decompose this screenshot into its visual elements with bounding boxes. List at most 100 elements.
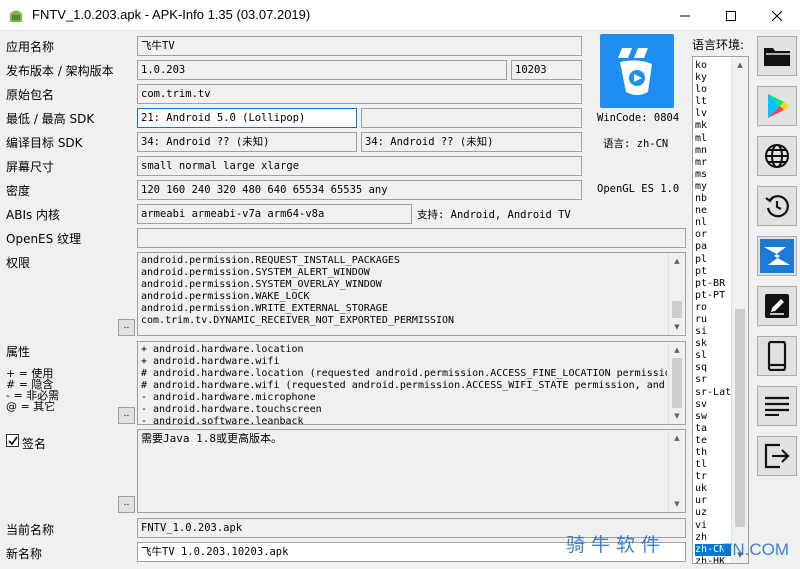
languages-scrollbar[interactable]: ▲ ▼ xyxy=(731,57,748,563)
language-item[interactable]: ne xyxy=(695,205,731,217)
apk-tool-button[interactable] xyxy=(757,236,797,276)
minimize-button[interactable] xyxy=(662,0,708,31)
language-item[interactable]: or xyxy=(695,229,731,241)
language-items: ko ky lo lt lv mk ml mn mr ms my nb ne nl or pa pl pt pt-B… xyxy=(695,60,737,563)
fntv-logo-icon xyxy=(618,48,652,95)
scroll-up-icon[interactable]: ▲ xyxy=(669,253,685,269)
scroll-down-icon[interactable]: ▼ xyxy=(669,496,685,512)
language-item[interactable]: pt xyxy=(695,266,731,278)
permission-line: android.permission.SYSTEM_OVERLAY_WINDOW xyxy=(141,279,382,290)
exit-button[interactable] xyxy=(757,436,797,476)
signature-scrollbar[interactable]: ▲ ▼ xyxy=(668,430,685,512)
density-field[interactable]: 120 160 240 320 480 640 65534 65535 any xyxy=(137,180,582,200)
history-icon xyxy=(765,195,789,218)
language-item[interactable]: pt-BR xyxy=(695,278,731,290)
signature-checkbox[interactable] xyxy=(6,434,19,447)
signature-more-button[interactable]: .. xyxy=(118,496,135,513)
language-item[interactable]: tr xyxy=(695,471,731,483)
languages-label: 语言环境: xyxy=(692,38,745,52)
language-item[interactable]: mn xyxy=(695,145,731,157)
close-button[interactable] xyxy=(754,0,800,31)
scroll-up-icon[interactable]: ▲ xyxy=(669,342,685,358)
compile-sdk-field[interactable]: 34: Android ?? (未知) xyxy=(361,132,582,152)
screens-label: 屏幕尺寸 xyxy=(6,160,55,174)
language-item[interactable]: lt xyxy=(695,96,731,108)
features-lines: + android.hardware.location + android.har… xyxy=(141,344,667,424)
web-search-button[interactable] xyxy=(757,136,797,176)
max-sdk-field[interactable] xyxy=(361,108,582,128)
language-item[interactable]: ms xyxy=(695,169,731,181)
opengl-textures-field[interactable] xyxy=(137,228,686,248)
language-item[interactable]: nl xyxy=(695,217,731,229)
open-folder-button[interactable] xyxy=(757,36,797,76)
language-item[interactable]: lv xyxy=(695,108,731,120)
language-item[interactable]: ro xyxy=(695,302,731,314)
language-item[interactable]: th xyxy=(695,447,731,459)
features-more-button[interactable]: .. xyxy=(118,407,135,424)
language-item[interactable]: vi xyxy=(695,520,731,532)
language-item[interactable]: uk xyxy=(695,483,731,495)
language-item[interactable]: tl xyxy=(695,459,731,471)
edit-button[interactable] xyxy=(757,286,797,326)
app-name-field[interactable]: 飞牛TV xyxy=(137,36,582,56)
permission-line: com.trim.tv.DYNAMIC_RECEIVER_NOT_EXPORTE… xyxy=(141,315,455,326)
language-item[interactable]: ta xyxy=(695,423,731,435)
scroll-down-icon[interactable]: ▼ xyxy=(669,408,685,424)
features-list[interactable]: + android.hardware.location + android.har… xyxy=(137,341,686,425)
permissions-list[interactable]: android.permission.REQUEST_INSTALL_PACKA… xyxy=(137,252,686,336)
screens-field[interactable]: small normal large xlarge xyxy=(137,156,582,176)
scroll-thumb[interactable] xyxy=(672,301,682,318)
version-name-field[interactable]: 1.0.203 xyxy=(137,60,507,80)
scroll-thumb[interactable] xyxy=(735,309,745,527)
language-item[interactable]: mr xyxy=(695,157,731,169)
permissions-more-button[interactable]: .. xyxy=(118,319,135,336)
language-item[interactable]: mk xyxy=(695,120,731,132)
language-item[interactable]: ru xyxy=(695,314,731,326)
language-item[interactable]: sl xyxy=(695,350,731,362)
language-item[interactable]: lo xyxy=(695,84,731,96)
language-item[interactable]: sr xyxy=(695,374,731,386)
language-item[interactable]: pl xyxy=(695,254,731,266)
version-code-field[interactable]: 10203 xyxy=(511,60,582,80)
scroll-up-icon[interactable]: ▲ xyxy=(669,430,685,446)
language-item[interactable]: pa xyxy=(695,241,731,253)
permission-line: android.permission.REQUEST_INSTALL_PACKA… xyxy=(141,255,400,266)
feature-line: + android.hardware.wifi xyxy=(141,356,280,367)
language-item[interactable]: pt-PT xyxy=(695,290,731,302)
device-button[interactable] xyxy=(757,336,797,376)
play-store-button[interactable] xyxy=(757,86,797,126)
history-button[interactable] xyxy=(757,186,797,226)
language-item[interactable]: sw xyxy=(695,411,731,423)
min-max-sdk-label: 最低 / 最高 SDK xyxy=(6,112,95,126)
language-item[interactable]: sk xyxy=(695,338,731,350)
abis-field[interactable]: armeabi armeabi-v7a arm64-v8a xyxy=(137,204,412,224)
language-item[interactable]: te xyxy=(695,435,731,447)
language-item[interactable]: ko xyxy=(695,60,731,72)
language-item[interactable]: ky xyxy=(695,72,731,84)
permission-line: android.permission.SYSTEM_ALERT_WINDOW xyxy=(141,267,370,278)
scroll-down-icon[interactable]: ▼ xyxy=(669,319,685,335)
list-icon xyxy=(765,396,789,416)
language-item[interactable]: ur xyxy=(695,495,731,507)
scroll-up-icon[interactable]: ▲ xyxy=(732,57,748,73)
language-item[interactable]: si xyxy=(695,326,731,338)
language-item[interactable]: uz xyxy=(695,507,731,519)
version-label: 发布版本 / 架构版本 xyxy=(6,64,114,78)
features-scrollbar[interactable]: ▲ ▼ xyxy=(668,342,685,424)
opengl-text: OpenGL ES 1.0 xyxy=(597,183,680,195)
languages-list[interactable]: ko ky lo lt lv mk ml mn mr ms my nb ne nl or pa pl pt pt-B… xyxy=(692,56,749,564)
package-field[interactable]: com.trim.tv xyxy=(137,84,582,104)
min-sdk-field[interactable]: 21: Android 5.0 (Lollipop) xyxy=(137,108,357,128)
language-item[interactable]: sv xyxy=(695,399,731,411)
language-item[interactable]: ml xyxy=(695,133,731,145)
language-item[interactable]: nb xyxy=(695,193,731,205)
permissions-scrollbar[interactable]: ▲ ▼ xyxy=(668,253,685,335)
language-item[interactable]: sr-Latn xyxy=(695,387,737,399)
details-button[interactable] xyxy=(757,386,797,426)
language-item[interactable]: sq xyxy=(695,362,731,374)
language-item[interactable]: my xyxy=(695,181,731,193)
maximize-button[interactable] xyxy=(708,0,754,31)
signature-box[interactable]: 需要Java 1.8或更高版本。 ▲ ▼ xyxy=(137,429,686,513)
target-sdk-field[interactable]: 34: Android ?? (未知) xyxy=(137,132,357,152)
scroll-thumb[interactable] xyxy=(672,358,682,408)
